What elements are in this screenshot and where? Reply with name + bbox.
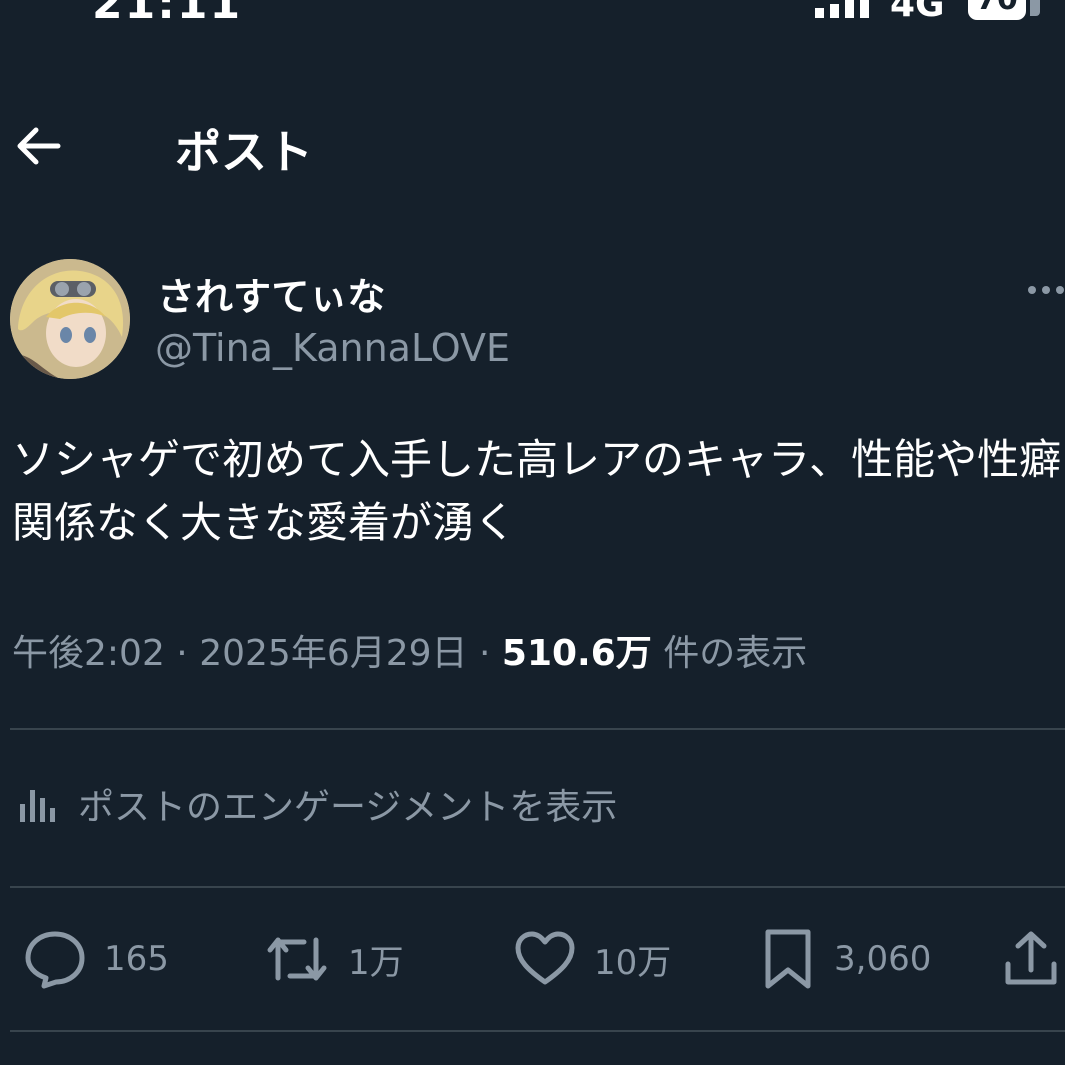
status-time: 21:11 (92, 0, 243, 29)
views-label: 件の表示 (663, 633, 808, 674)
divider (10, 728, 1065, 730)
share-button[interactable] (1002, 928, 1060, 990)
avatar[interactable] (10, 259, 130, 379)
battery-tip (1030, 0, 1040, 16)
network-type: 4G (890, 0, 945, 25)
post-time[interactable]: 午後2:02 (12, 633, 165, 674)
reply-bubble-icon (25, 931, 85, 989)
like-button[interactable]: 10万 (514, 928, 671, 990)
reply-count: 165 (104, 939, 169, 979)
display-name[interactable]: されすてぃな (157, 266, 385, 321)
post-meta: 午後2:02 · 2025年6月29日 · 510.6万 件の表示 (12, 624, 807, 676)
reply-button[interactable]: 165 (24, 928, 169, 990)
page-title: ポスト (175, 125, 313, 179)
repost-icon (267, 937, 327, 981)
share-icon (1005, 931, 1057, 985)
meta-separator: · (479, 633, 491, 674)
heart-icon (515, 931, 575, 985)
bookmark-icon (765, 929, 811, 989)
bookmark-count: 3,060 (834, 939, 932, 979)
repost-button[interactable]: 1万 (264, 928, 404, 990)
bar-chart-icon (20, 790, 55, 822)
bookmark-button[interactable]: 3,060 (760, 928, 931, 990)
divider (10, 1030, 1065, 1032)
engagement-label: ポストのエンゲージメントを表示 (78, 787, 618, 828)
user-handle[interactable]: @Tina_KannaLOVE (155, 326, 510, 370)
post-text: ソシャゲで初めて入手した高レアのキャラ、性能や性癖関係なく大きな愛着が湧く (12, 435, 1062, 547)
post-date[interactable]: 2025年6月29日 (199, 633, 467, 674)
like-count: 10万 (594, 942, 672, 983)
divider (10, 886, 1065, 888)
view-engagement-link[interactable]: ポストのエンゲージメントを表示 (16, 778, 617, 830)
meta-separator: · (176, 633, 188, 674)
battery-icon: 70 (968, 0, 1026, 20)
battery-level: 70 (968, 0, 1026, 15)
signal-icon (815, 0, 869, 18)
views-count: 510.6万 (501, 633, 652, 674)
arrow-left-icon[interactable] (12, 120, 64, 172)
more-dots-icon[interactable] (1026, 280, 1065, 300)
repost-count: 1万 (348, 942, 404, 983)
